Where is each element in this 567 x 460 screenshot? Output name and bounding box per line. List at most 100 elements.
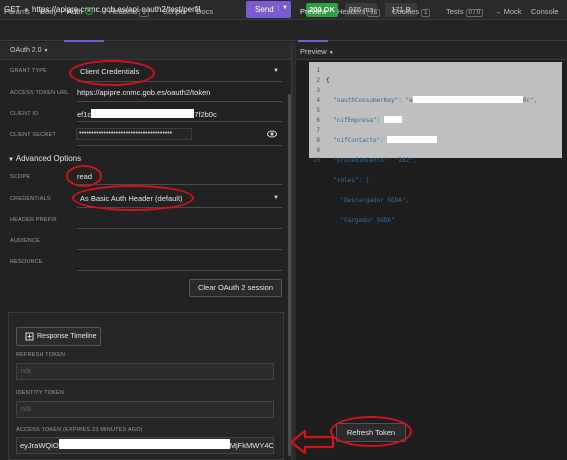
- tab-tests[interactable]: Tests 0 / 0: [446, 7, 484, 17]
- access-token-url-label: ACCESS TOKEN URL: [10, 90, 69, 96]
- access-token-prefix: eyJraWQiO: [20, 441, 59, 450]
- annotation-ellipse: [66, 165, 102, 187]
- enabled-icon: [85, 7, 94, 15]
- tests-count: 0 / 0: [465, 9, 484, 17]
- json-code: { "oauthConsumerKey": "e 0c", "nifEmpresa…: [326, 66, 537, 276]
- timeline-icon: [25, 332, 34, 341]
- chevron-down-icon: ▼: [328, 50, 334, 56]
- response-timeline-button[interactable]: Response Timeline: [16, 327, 101, 346]
- tab-mock[interactable]: → Mock: [494, 7, 522, 16]
- annotation-ellipse: [69, 60, 155, 86]
- header-prefix-label: HEADER PREFIX: [10, 217, 57, 223]
- redaction-box: [383, 116, 402, 123]
- code-bracket: ]: [333, 237, 337, 244]
- redaction-box: [387, 136, 438, 143]
- chevron-down-icon: ▼: [43, 48, 49, 54]
- client-secret-input[interactable]: ••••••••••••••••••••••••••••••••••••••: [76, 128, 192, 140]
- tab-headers[interactable]: Headers 3: [109, 7, 149, 17]
- line-number: 6: [316, 117, 320, 124]
- tab-preview[interactable]: Preview: [300, 7, 327, 16]
- tab-cookies-label: Cookies: [392, 7, 420, 16]
- send-label: Send: [255, 5, 274, 14]
- line-number: 7: [316, 127, 320, 134]
- headers-count: 3: [139, 9, 149, 17]
- tab-response-headers[interactable]: Headers 16: [337, 7, 381, 17]
- line-numbers: 1 2 3 4 5 6 7 8 9 10: [312, 66, 320, 166]
- audience-input[interactable]: [77, 249, 282, 250]
- advanced-options-toggle[interactable]: ▼ Advanced Options: [8, 154, 81, 163]
- clear-oauth-session-button[interactable]: Clear OAuth 2 session: [189, 279, 282, 297]
- audience-label: AUDIENCE: [10, 238, 41, 244]
- auth-type-select[interactable]: OAuth 2.0 ▼: [10, 47, 48, 54]
- refresh-token-input[interactable]: n/a: [16, 363, 274, 380]
- line-number: 9: [316, 147, 320, 154]
- line-number: 2: [316, 77, 320, 84]
- divider: [77, 184, 282, 185]
- code-key: "procedimiento": "282",: [333, 157, 417, 164]
- tab-cookies[interactable]: Cookies 1: [392, 7, 431, 17]
- eye-icon[interactable]: [267, 129, 277, 139]
- credentials-label: CREDENTIALS: [10, 196, 51, 202]
- code-line: "roles": [: [326, 176, 537, 186]
- client-id-prefix: ef1c: [77, 110, 92, 119]
- preview-mode-label: Preview: [300, 47, 327, 56]
- identity-token-input[interactable]: n/a: [16, 401, 274, 418]
- code-line: "oauthConsumerKey": "e 0c",: [326, 96, 537, 106]
- caret-down-icon: ▼: [8, 157, 14, 163]
- code-line: }: [326, 257, 330, 264]
- chevron-down-icon: ▼: [273, 68, 279, 74]
- tab-console[interactable]: Console: [531, 7, 559, 16]
- code-key: "oauthConsumerKey": "e: [333, 97, 413, 104]
- client-id-input[interactable]: ef1c 7f2b0c: [77, 109, 217, 119]
- tab-bar: [0, 20, 567, 41]
- tab-scripts[interactable]: Scripts: [163, 7, 186, 16]
- line-number: 8: [316, 137, 320, 144]
- line-number: 3: [316, 87, 320, 94]
- preview-header: [296, 42, 567, 60]
- code-line: "nifEmpresa":: [326, 116, 537, 126]
- tab-auth[interactable]: Auth: [67, 7, 94, 16]
- divider: [77, 145, 282, 146]
- tab-body[interactable]: Body: [40, 7, 57, 16]
- tab-tests-label: Tests: [446, 7, 464, 16]
- send-button[interactable]: Send ▼: [246, 1, 291, 18]
- access-token-url-input[interactable]: https://apipre.cnmc.gob.es/oauth2/token: [77, 88, 210, 97]
- chevron-down-icon: ▼: [273, 195, 279, 201]
- tab-auth-label: Auth: [67, 7, 83, 16]
- client-id-label: CLIENT ID: [10, 111, 39, 117]
- code-key: "nifContacto":: [333, 137, 384, 144]
- grant-type-label: GRANT TYPE: [10, 68, 47, 74]
- code-value: "Cargador SGDA": [340, 217, 395, 224]
- access-token-suffix: MjFkMWY4OTI: [229, 441, 274, 450]
- tab-response-headers-label: Headers: [337, 7, 366, 16]
- identity-token-label: IDENTITY TOKEN: [16, 390, 65, 396]
- code-line: "procedimiento": "282",: [326, 156, 537, 166]
- code-key: "nifEmpresa":: [333, 117, 381, 124]
- access-token-input[interactable]: eyJraWQiO MjFkMWY4OTI: [16, 437, 274, 454]
- resource-input[interactable]: [77, 270, 282, 271]
- header-prefix-input[interactable]: [77, 228, 282, 229]
- chevron-down-icon[interactable]: ▼: [278, 5, 288, 11]
- tab-headers-label: Headers: [109, 7, 138, 16]
- client-secret-label: CLIENT SECRET: [10, 132, 56, 138]
- scrollbar[interactable]: [288, 94, 291, 456]
- line-number: 1: [316, 67, 320, 74]
- resource-label: RESOURCE: [10, 259, 43, 265]
- cookies-count: 1: [421, 9, 431, 17]
- code-key: "roles": [: [333, 177, 370, 184]
- scope-label: SCOPE: [10, 174, 31, 180]
- divider: [77, 121, 282, 122]
- code-line: {: [326, 77, 330, 84]
- response-headers-count: 16: [367, 9, 381, 17]
- redaction-box: [58, 439, 230, 449]
- code-line: "nifContacto":: [326, 136, 537, 146]
- code-line: "Cargador SGDA": [326, 216, 537, 226]
- advanced-options-label: Advanced Options: [15, 154, 82, 163]
- tab-docs[interactable]: Docs: [196, 7, 213, 16]
- tab-params[interactable]: Params: [4, 7, 30, 16]
- line-number: 5: [316, 107, 320, 114]
- preview-mode-select[interactable]: Preview ▼: [300, 47, 334, 56]
- access-token-label: ACCESS TOKEN (EXPIRES 23 MINUTES AGO): [16, 427, 143, 433]
- divider: [77, 101, 282, 102]
- client-id-suffix: 7f2b0c: [194, 110, 217, 119]
